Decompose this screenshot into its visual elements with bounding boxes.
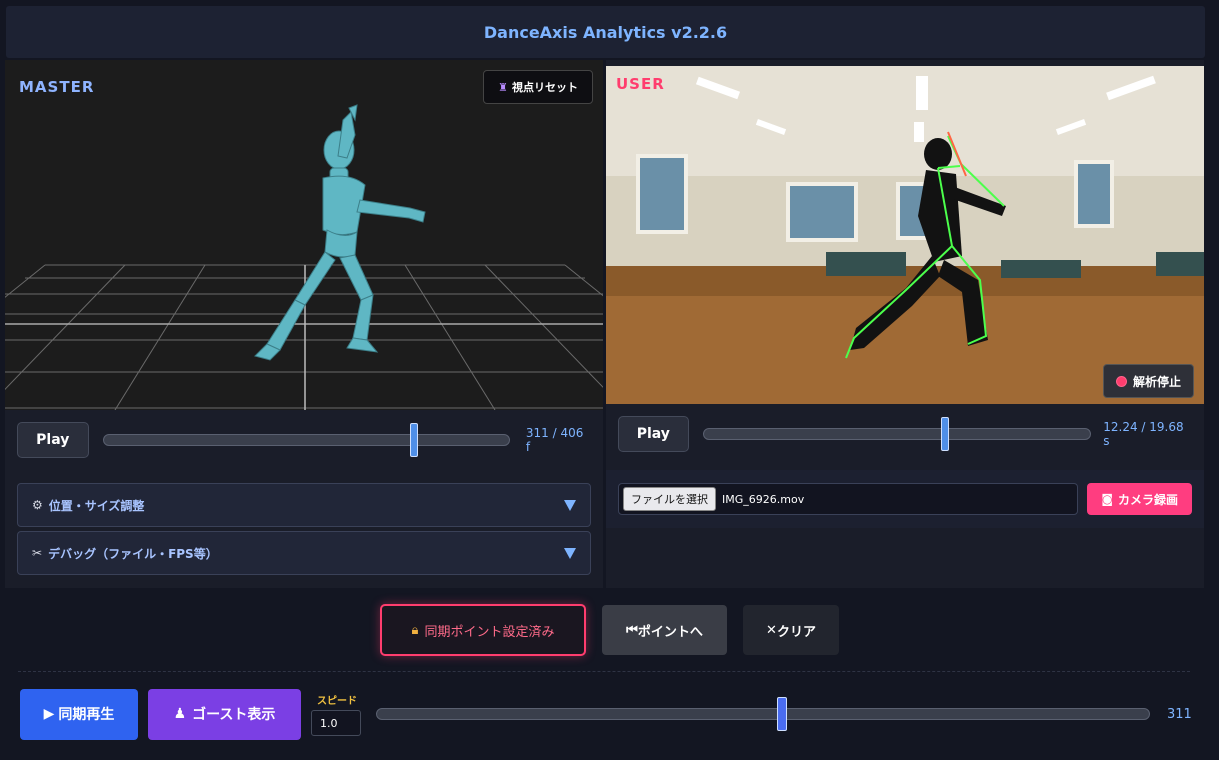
clear-label: クリア <box>776 624 816 640</box>
tools-icon: ✂ <box>32 546 43 560</box>
sync-seek-thumb[interactable] <box>777 697 787 731</box>
user-seek-slider[interactable] <box>702 417 1092 451</box>
user-label: USER <box>616 75 665 93</box>
file-name: IMG_6926.mov <box>722 492 805 506</box>
master-3d-viewport[interactable]: MASTER ♜ 視点リセット <box>5 60 603 410</box>
user-panel: USER 解析停止 Play 12.24 / 19.68 s ファイルを選択 I… <box>606 60 1204 588</box>
ghost-toggle-button[interactable]: ♟ ゴースト表示 <box>148 688 301 740</box>
sync-point-set-button[interactable]: 🔒︎ 同期ポイント設定済み <box>380 604 586 656</box>
master-seek-thumb[interactable] <box>409 423 418 457</box>
sync-play-label: 同期再生 <box>58 707 115 723</box>
clear-button[interactable]: ✕ クリア <box>743 605 839 655</box>
reset-view-label: 視点リセット <box>512 81 578 94</box>
position-size-accordion[interactable]: ⚙ 位置・サイズ調整 <box>17 483 591 527</box>
user-video-frame <box>606 66 1204 404</box>
debug-label: デバッグ（ファイル・FPS等） <box>48 546 218 561</box>
speed-input[interactable]: 1.0 <box>311 710 361 736</box>
go-to-point-label: ポイントへ <box>637 624 703 640</box>
sync-controls: 🔒︎ 同期ポイント設定済み ⏮ ポイントへ ✕ クリア <box>0 604 1219 658</box>
camera-icon: ◙ <box>1101 492 1113 506</box>
speed-label: スピード <box>317 696 357 707</box>
ghost-icon: ♟ <box>173 706 187 722</box>
chevron-down-icon <box>564 547 576 559</box>
app-title: DanceAxis Analytics v2.2.6 <box>483 22 728 42</box>
go-to-point-button[interactable]: ⏮ ポイントへ <box>602 605 727 655</box>
file-input[interactable]: ファイルを選択 IMG_6926.mov <box>618 483 1078 515</box>
record-dot-icon <box>1115 375 1127 387</box>
stop-analysis-label: 解析停止 <box>1132 374 1181 389</box>
playback-bar: ▶ 同期再生 ♟ ゴースト表示 スピード 1.0 311 <box>20 688 1200 740</box>
speed-control: スピード 1.0 <box>311 692 361 736</box>
master-frame-counter: 311 / 406 f <box>525 426 584 454</box>
user-seek-thumb[interactable] <box>940 417 949 451</box>
sync-seek-slider[interactable] <box>376 697 1150 731</box>
master-label: MASTER <box>19 78 95 96</box>
position-size-label: 位置・サイズ調整 <box>48 498 145 513</box>
sync-point-set-label: 同期ポイント設定済み <box>424 624 555 640</box>
play-icon: ▶ <box>43 706 55 722</box>
sync-frame-value: 311 <box>1167 706 1192 722</box>
file-row: ファイルを選択 IMG_6926.mov ◙ カメラ録画 <box>606 470 1204 528</box>
lock-icon: 🔒︎ <box>411 622 419 638</box>
chevron-down-icon <box>564 499 576 511</box>
reset-icon: ♜ <box>498 80 508 94</box>
master-controls: Play 311 / 406 f <box>5 410 603 470</box>
master-play-button[interactable]: Play <box>17 422 89 458</box>
master-scene <box>5 104 603 410</box>
user-play-button[interactable]: Play <box>618 416 689 452</box>
gear-icon: ⚙ <box>32 498 43 512</box>
choose-file-button[interactable]: ファイルを選択 <box>623 487 716 511</box>
reset-view-button[interactable]: ♜ 視点リセット <box>483 70 593 104</box>
master-panel: MASTER ♜ 視点リセット Play 311 / 406 f ⚙ 位置・サイ… <box>5 60 603 588</box>
camera-record-label: カメラ録画 <box>1117 492 1178 507</box>
ghost-label: ゴースト表示 <box>192 707 276 723</box>
skip-back-icon: ⏮ <box>626 622 638 638</box>
sync-play-button[interactable]: ▶ 同期再生 <box>20 688 138 740</box>
master-seek-slider[interactable] <box>102 423 510 457</box>
app-header: DanceAxis Analytics v2.2.6 <box>6 6 1205 58</box>
stop-analysis-button[interactable]: 解析停止 <box>1102 364 1194 398</box>
user-time-counter: 12.24 / 19.68 s <box>1103 420 1184 448</box>
camera-record-button[interactable]: ◙ カメラ録画 <box>1087 483 1192 515</box>
user-controls: Play 12.24 / 19.68 s <box>606 404 1204 464</box>
debug-accordion[interactable]: ✂ デバッグ（ファイル・FPS等） <box>17 531 591 575</box>
divider <box>18 671 1190 672</box>
user-video-viewport[interactable]: USER 解析停止 <box>606 66 1204 404</box>
close-icon: ✕ <box>766 622 777 638</box>
